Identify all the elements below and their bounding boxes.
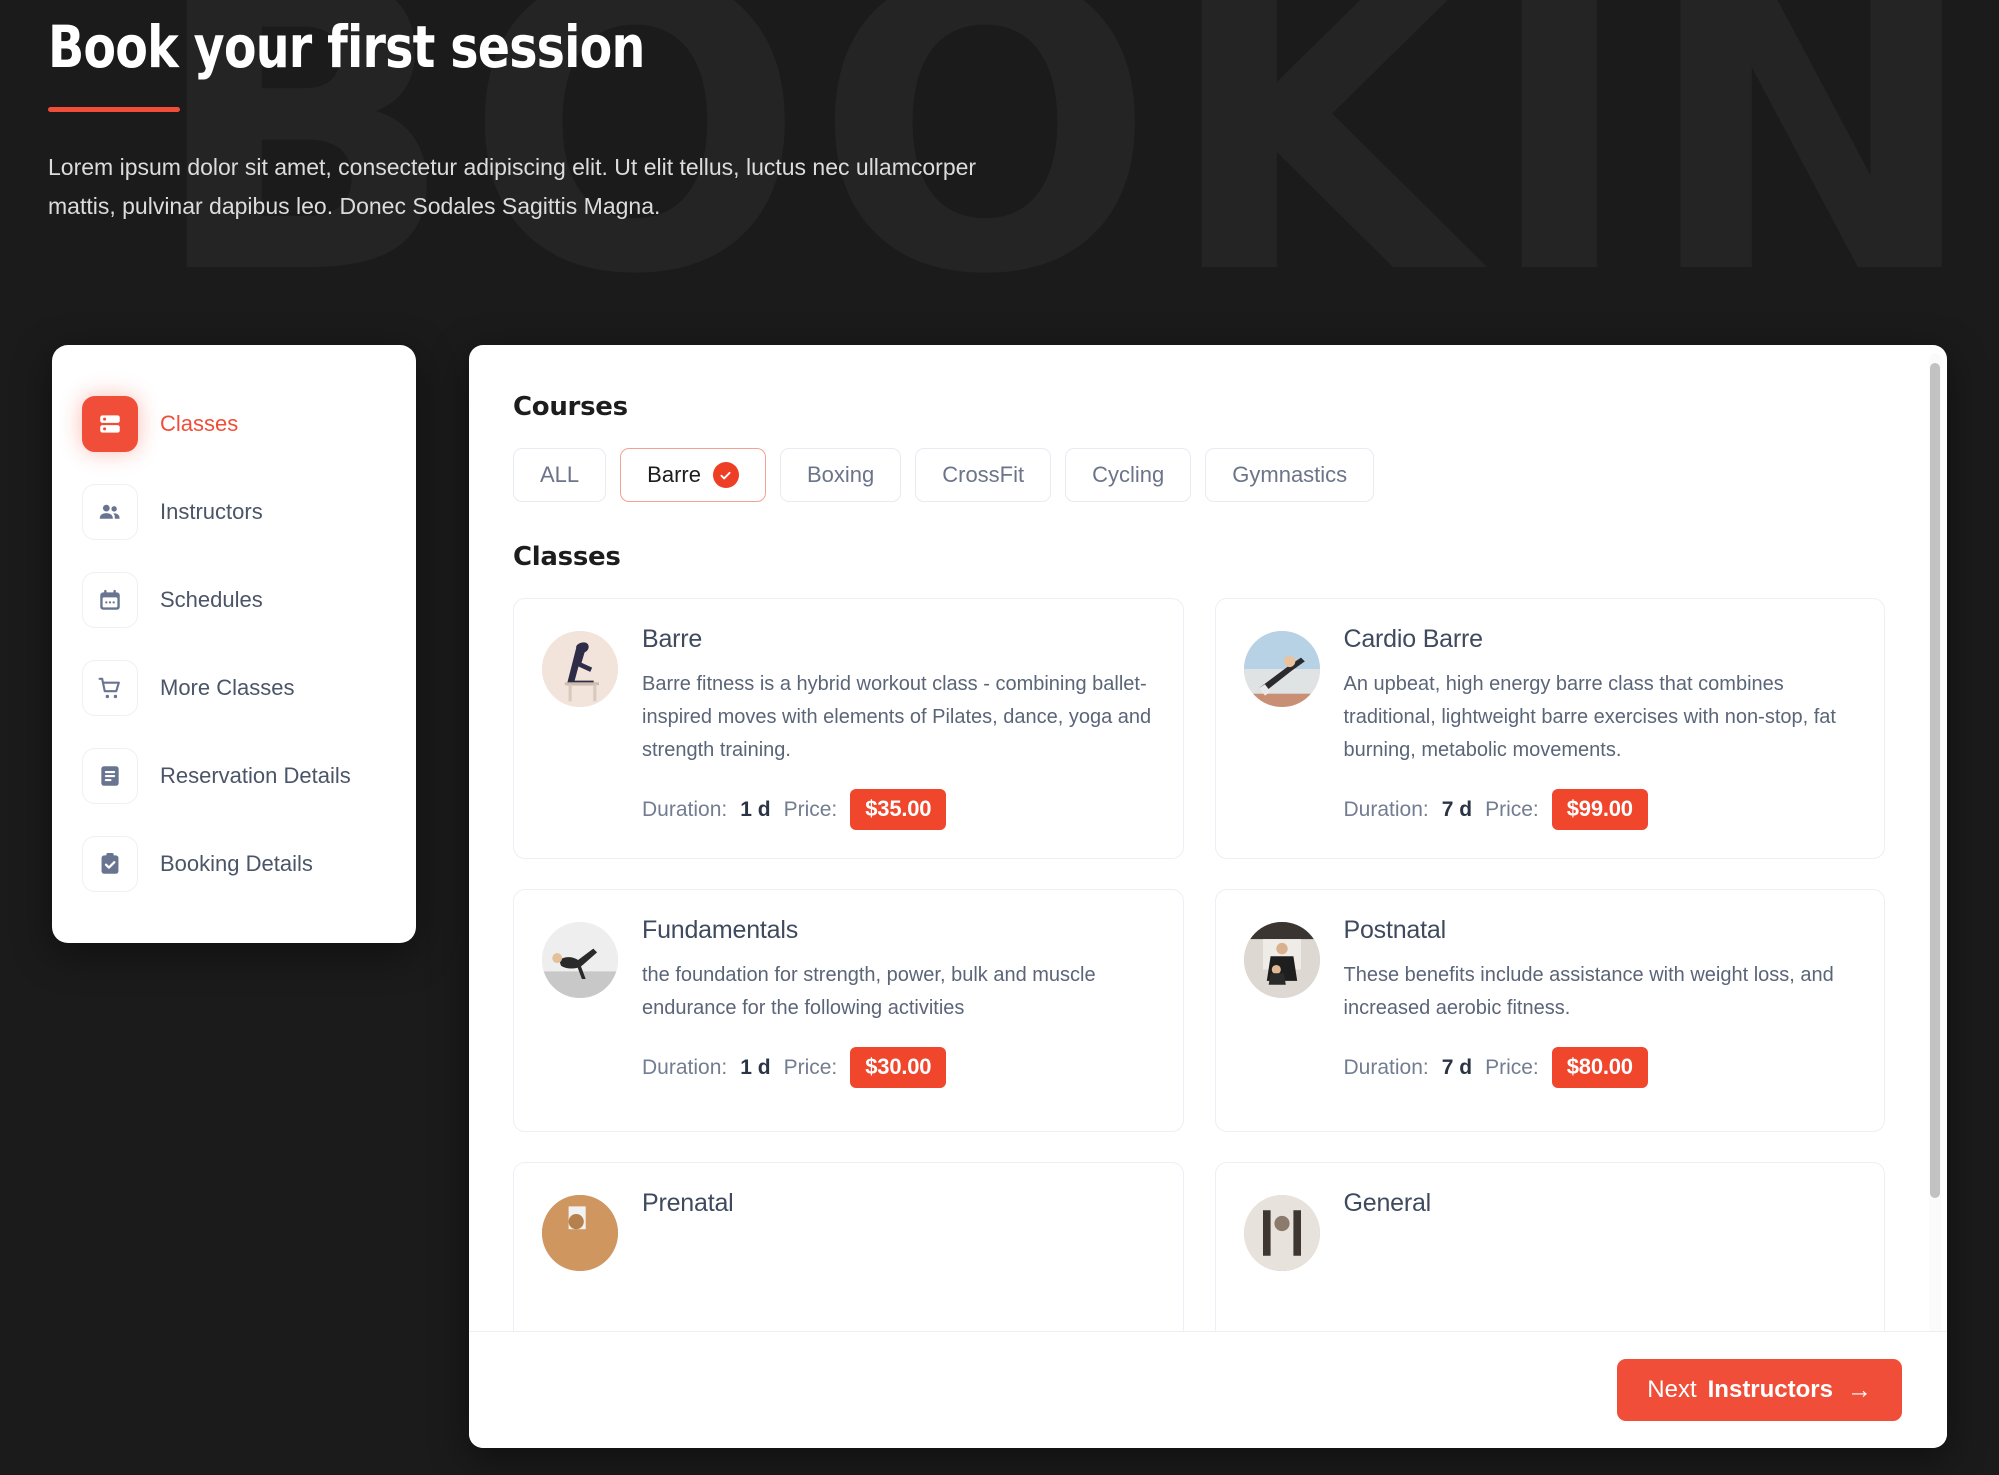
- course-filter-barre[interactable]: Barre: [620, 448, 766, 502]
- course-filter-boxing[interactable]: Boxing: [779, 448, 902, 502]
- cart-icon: [82, 660, 138, 716]
- sidebar-item-label: Classes: [160, 411, 239, 436]
- price-badge: $30.00: [850, 1047, 947, 1088]
- duration-value: 7 d: [1441, 1055, 1473, 1079]
- course-filter-all[interactable]: ALL: [513, 448, 607, 502]
- calendar-icon: [82, 572, 138, 628]
- next-button-light-label: Next: [1647, 1376, 1697, 1403]
- class-meta: Duration: 1 d Price: $30.00: [642, 1047, 1155, 1088]
- course-filter-row: ALL Barre Boxing CrossFit Cycling Gymnas…: [513, 448, 1885, 502]
- class-card-body: Postnatal These benefits include assista…: [1344, 916, 1857, 1103]
- class-card[interactable]: Fundamentals the foundation for strength…: [513, 889, 1184, 1132]
- next-button-bold-label: Instructors: [1707, 1376, 1833, 1403]
- class-title: Cardio Barre: [1343, 625, 1484, 653]
- class-card[interactable]: Cardio Barre An upbeat, high energy barr…: [1214, 598, 1885, 859]
- panel-scrollbar-thumb[interactable]: [1930, 363, 1940, 1198]
- price-badge: $35.00: [850, 789, 947, 830]
- clipboard-check-icon: [82, 836, 138, 892]
- hero-subtitle: Lorem ipsum dolor sit amet, consectetur …: [48, 153, 977, 220]
- duration-value: 7 d: [1441, 797, 1473, 821]
- course-filter-crossfit[interactable]: CrossFit: [915, 448, 1052, 502]
- sidebar-item-instructors[interactable]: Instructors: [82, 479, 386, 545]
- course-filter-gymnastics[interactable]: Gymnastics: [1205, 448, 1375, 502]
- class-card[interactable]: Barre Barre fitness is a hybrid workout …: [513, 598, 1184, 859]
- class-thumbnail: [1243, 631, 1320, 707]
- course-filter-label: Barre: [647, 462, 701, 487]
- duration-label: Duration:: [1343, 1055, 1429, 1079]
- class-card-body: Cardio Barre An upbeat, high energy barr…: [1344, 625, 1857, 830]
- main-panel: Courses ALL Barre Boxing CrossFit Cyclin…: [469, 345, 1947, 1448]
- sidebar-item-label: Instructors: [160, 499, 263, 524]
- price-label: Price:: [1485, 797, 1539, 821]
- class-title: Postnatal: [1343, 916, 1447, 944]
- duration-value: 1 d: [740, 797, 771, 821]
- price-label: Price:: [783, 797, 838, 821]
- class-card-grid: Barre Barre fitness is a hybrid workout …: [513, 598, 1885, 1405]
- class-title: Barre: [642, 625, 703, 653]
- sidebar-nav: Classes Instructors Schedules More Class…: [52, 345, 416, 943]
- class-meta: Duration: 7 d Price: $80.00: [1344, 1047, 1857, 1088]
- course-filter-label: Gymnastics: [1232, 462, 1348, 487]
- sidebar-item-label: Reservation Details: [160, 763, 351, 788]
- title-underline-accent: [48, 106, 180, 112]
- class-meta: Duration: 1 d Price: $35.00: [642, 789, 1155, 830]
- class-card-body: Barre Barre fitness is a hybrid workout …: [642, 625, 1155, 830]
- sidebar-item-label: More Classes: [160, 675, 295, 700]
- sidebar-item-label: Schedules: [160, 587, 263, 612]
- course-filter-label: CrossFit: [942, 462, 1025, 487]
- duration-value: 1 d: [740, 1055, 771, 1079]
- class-card-body: Fundamentals the foundation for strength…: [642, 916, 1155, 1103]
- sidebar-item-reservation-details[interactable]: Reservation Details: [82, 743, 386, 809]
- class-title: General: [1343, 1189, 1432, 1217]
- class-description: These benefits include assistance with w…: [1343, 964, 1834, 1019]
- next-instructors-button[interactable]: Next Instructors →: [1617, 1359, 1902, 1421]
- duration-label: Duration:: [642, 797, 728, 821]
- classes-heading: Classes: [513, 542, 621, 572]
- sidebar-item-booking-details[interactable]: Booking Details: [82, 831, 386, 897]
- price-badge: $80.00: [1551, 1047, 1648, 1088]
- check-circle-icon: [712, 462, 739, 488]
- panel-footer: Next Instructors →: [469, 1331, 1947, 1448]
- document-icon: [82, 748, 138, 804]
- price-label: Price:: [783, 1055, 838, 1079]
- arrow-right-icon: →: [1847, 1375, 1872, 1404]
- class-description: An upbeat, high energy barre class that …: [1343, 673, 1836, 761]
- people-icon: [82, 484, 138, 540]
- class-card[interactable]: Postnatal These benefits include assista…: [1214, 889, 1885, 1132]
- course-filter-label: ALL: [540, 462, 580, 487]
- page-title: Book your first session: [48, 13, 645, 81]
- booking-board: Classes Instructors Schedules More Class…: [52, 345, 1999, 1448]
- class-thumbnail: [542, 922, 618, 998]
- duration-label: Duration:: [1343, 797, 1429, 821]
- class-thumbnail: [1243, 922, 1320, 998]
- class-thumbnail: [1243, 1195, 1320, 1271]
- courses-heading: Courses: [513, 392, 628, 422]
- price-label: Price:: [1485, 1055, 1539, 1079]
- class-title: Prenatal: [642, 1189, 734, 1217]
- server-icon: [82, 396, 138, 452]
- sidebar-item-more-classes[interactable]: More Classes: [82, 655, 386, 721]
- sidebar-item-schedules[interactable]: Schedules: [82, 567, 386, 633]
- hero-section: Book your first session Lorem ipsum dolo…: [0, 0, 1008, 227]
- class-thumbnail: [542, 1195, 618, 1271]
- sidebar-item-label: Booking Details: [160, 851, 313, 876]
- class-thumbnail: [542, 631, 618, 707]
- class-description: the foundation for strength, power, bulk…: [642, 964, 1096, 1019]
- class-title: Fundamentals: [642, 916, 799, 944]
- course-filter-label: Cycling: [1092, 462, 1165, 487]
- class-meta: Duration: 7 d Price: $99.00: [1344, 789, 1857, 830]
- page-root: BOOKING Book your first session Lorem ip…: [0, 0, 1999, 1475]
- course-filter-cycling[interactable]: Cycling: [1065, 448, 1192, 502]
- class-description: Barre fitness is a hybrid workout class …: [642, 673, 1152, 761]
- sidebar-item-classes[interactable]: Classes: [82, 391, 386, 457]
- duration-label: Duration:: [642, 1055, 728, 1079]
- price-badge: $99.00: [1551, 789, 1648, 830]
- course-filter-label: Boxing: [806, 462, 875, 487]
- panel-scroll-area: Courses ALL Barre Boxing CrossFit Cyclin…: [469, 345, 1929, 1448]
- panel-scrollbar-track[interactable]: [1929, 353, 1941, 1440]
